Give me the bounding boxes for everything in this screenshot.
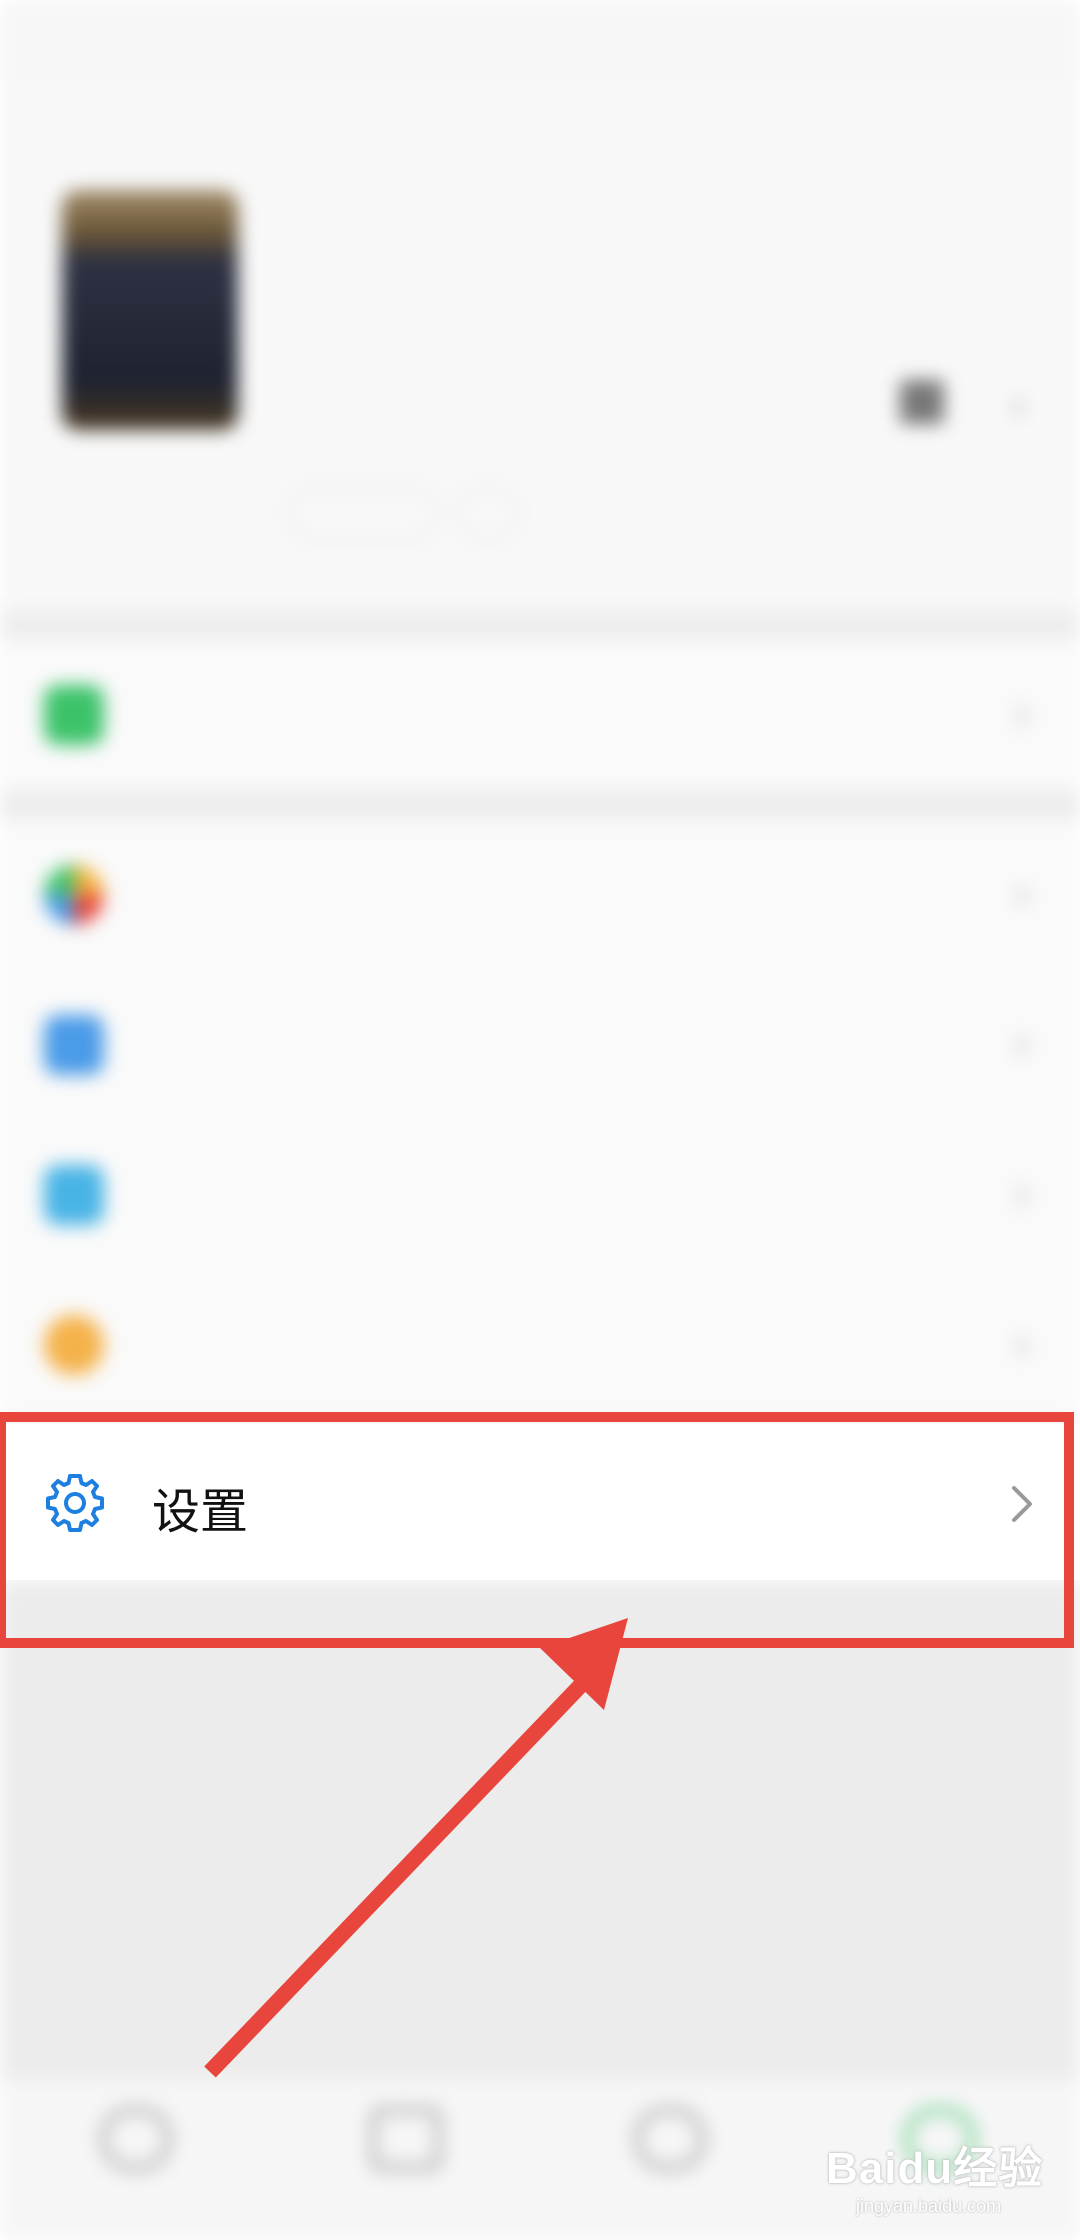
stickers-icon (44, 1315, 104, 1375)
tab-chats[interactable] (66, 2100, 206, 2230)
chevron-right-icon: › (1014, 1167, 1030, 1220)
tab-contacts[interactable] (336, 2100, 476, 2230)
status-button[interactable] (288, 486, 438, 540)
status-more-button[interactable] (458, 486, 518, 540)
cards-icon (44, 1165, 104, 1225)
pay-icon (44, 685, 104, 745)
status-bar (0, 0, 1080, 80)
chevron-right-icon: › (1014, 1317, 1030, 1370)
chats-icon (101, 2108, 171, 2170)
watermark-main: Baidu经验 (826, 2144, 1044, 2193)
watermark-sub: jingyan.baidu.com (856, 2196, 1002, 2216)
menu-item-pay[interactable]: › (0, 640, 1080, 790)
contacts-icon (371, 2108, 441, 2170)
avatar[interactable] (62, 190, 238, 430)
discover-icon (635, 2108, 705, 2170)
section-divider (0, 790, 1080, 820)
blurred-background: › › › › › › (0, 0, 1080, 2240)
menu-item-moments[interactable]: › (0, 970, 1080, 1120)
section-divider (0, 610, 1080, 640)
highlight-box (0, 1412, 1074, 1648)
chevron-right-icon: › (1014, 867, 1030, 920)
chevron-right-icon: › (1010, 380, 1025, 429)
tab-discover[interactable] (600, 2100, 740, 2230)
qr-code-icon[interactable] (900, 380, 944, 424)
menu-item-favorites[interactable]: › (0, 820, 1080, 970)
favorites-icon (44, 865, 104, 925)
empty-area (0, 1580, 1080, 2080)
chevron-right-icon: › (1014, 1017, 1030, 1070)
menu-item-cards[interactable]: › (0, 1120, 1080, 1270)
moments-icon (44, 1015, 104, 1075)
watermark: Baidu经验 jingyan.baidu.com (826, 2132, 1066, 2232)
chevron-right-icon: › (1014, 687, 1030, 740)
menu-item-stickers[interactable]: › (0, 1270, 1080, 1420)
